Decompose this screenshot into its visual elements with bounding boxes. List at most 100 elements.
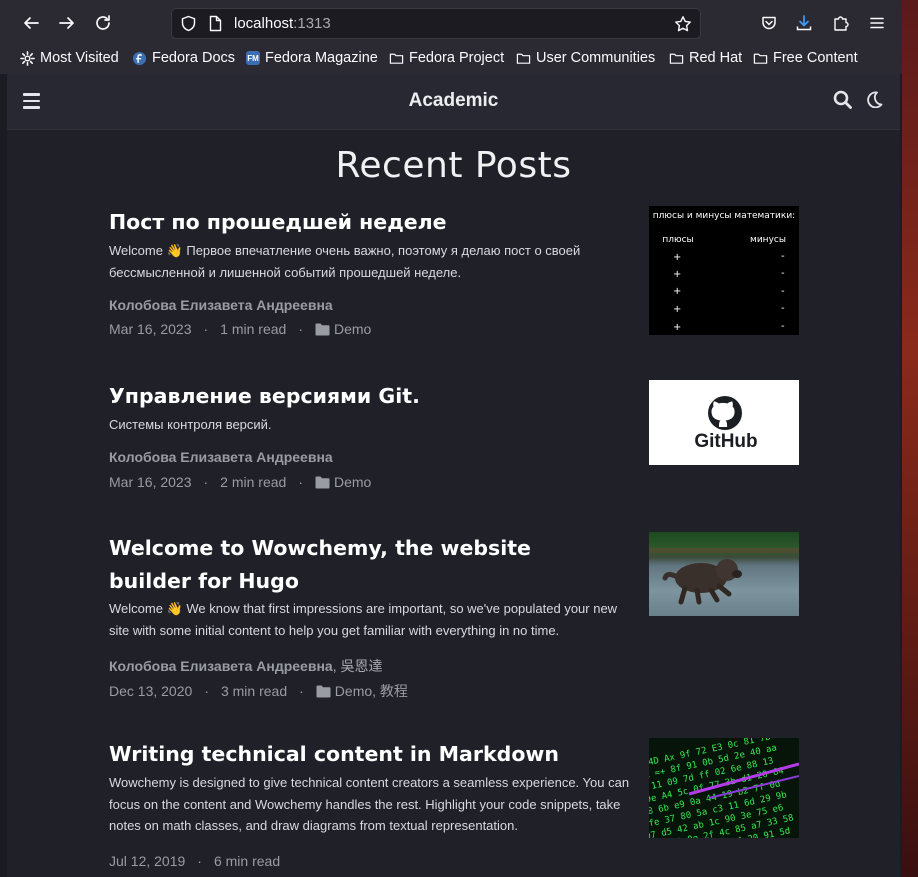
post-category[interactable]: Demo — [334, 474, 371, 490]
post-thumbnail[interactable]: 01 4D Ax 9f 72 E3 0c 81 7b 3A =+ 8f 91 0… — [649, 738, 799, 838]
url-host: localhost — [234, 15, 294, 32]
folder-icon — [516, 53, 531, 64]
thumb-plus: + — [673, 322, 681, 333]
folder-icon — [316, 685, 331, 697]
extensions-button[interactable] — [828, 10, 854, 36]
thumb-plus: + — [673, 269, 681, 280]
folder-icon — [389, 53, 404, 64]
page-icon[interactable] — [207, 15, 224, 32]
pocket-icon — [762, 16, 776, 30]
bookmark-most-visited[interactable]: Most Visited — [20, 50, 119, 66]
post-category[interactable]: Demo, 教程 — [335, 681, 408, 701]
post-summary: Welcome 👋 We know that first impressions… — [109, 601, 618, 638]
desktop-background — [902, 0, 918, 877]
bookmarks-bar: Most Visited Fedora Docs FM Fedora Magaz… — [0, 46, 902, 74]
bookmark-label: User Communities — [536, 50, 656, 66]
shield-icon[interactable] — [180, 15, 197, 32]
hamburger-menu-button[interactable] — [23, 93, 40, 113]
post-date: Mar 16, 2023 — [109, 474, 192, 490]
arrow-right-icon — [59, 17, 74, 29]
reload-button[interactable] — [90, 10, 116, 36]
url-text[interactable]: localhost:1313 — [234, 15, 331, 32]
post-author[interactable]: Колобова Елизавета Андреевна — [109, 449, 333, 465]
meta-separator: · — [197, 853, 202, 869]
site-title: Academic — [7, 90, 900, 112]
downloads-button[interactable] — [791, 10, 817, 36]
post-author-extra[interactable]: , 吳恩達 — [333, 658, 383, 674]
post-authors: Колобова Елизавета Андреевна, 吳恩達 — [109, 656, 382, 676]
section-title: Recent Posts — [335, 145, 572, 186]
post-read-time: 6 min read — [213, 853, 281, 869]
post-meta: Jul 12, 2019 · 6 min read — [109, 853, 280, 869]
bookmark-fedora-magazine[interactable]: FM Fedora Magazine — [246, 50, 378, 66]
gear-icon — [20, 50, 35, 66]
post-title[interactable]: Управление версиями Git. — [109, 380, 619, 413]
folder-icon — [315, 476, 330, 488]
thumb-minus: - — [781, 251, 785, 262]
thumbnail-table-image: плюсы и минусы математики: плюсы минусы … — [653, 211, 795, 333]
bookmark-folder-free-content[interactable]: Free Content — [753, 50, 858, 66]
meta-separator: · — [203, 321, 209, 337]
post-summary: Системы контроля версий. — [109, 417, 272, 432]
bookmark-folder-red-hat[interactable]: Red Hat — [669, 50, 742, 66]
thumb-col-right: минусы — [750, 235, 786, 245]
bookmark-star-icon[interactable] — [674, 15, 692, 33]
folder-icon — [315, 323, 330, 335]
bookmark-label: Red Hat — [689, 50, 743, 66]
post-thumbnail[interactable] — [649, 532, 799, 616]
thumb-minus: - — [781, 286, 785, 297]
post-title[interactable]: Writing technical content in Markdown — [109, 738, 619, 771]
post-date: Mar 16, 2023 — [109, 321, 192, 337]
address-bar[interactable]: localhost:1313 — [171, 8, 701, 39]
post-read-time: 3 min read — [220, 683, 288, 699]
bookmark-label: Free Content — [773, 50, 858, 66]
post-summary: Wowchemy is designed to give technical c… — [109, 775, 630, 833]
bookmark-label: Fedora Docs — [152, 50, 236, 66]
post-title[interactable]: Пост по прошедшей неделе — [109, 206, 619, 239]
dog-photo — [649, 548, 799, 605]
thumb-col-left: плюсы — [662, 235, 693, 245]
puzzle-icon — [834, 16, 849, 31]
github-wordmark: GitHub — [694, 431, 757, 452]
bookmark-label: Fedora Project — [409, 50, 505, 66]
post-author[interactable]: Колобова Елизавета Андреевна — [109, 297, 333, 313]
pocket-button[interactable] — [756, 10, 782, 36]
folder-icon — [669, 53, 684, 64]
post-category[interactable]: Demo — [334, 321, 371, 337]
post-meta: Mar 16, 2023 · 1 min read · Demo — [109, 321, 371, 337]
download-icon — [796, 15, 812, 31]
post-author[interactable]: Колобова Елизавета Андреевна — [109, 658, 333, 674]
forward-button[interactable] — [54, 10, 80, 36]
post-date: Jul 12, 2019 — [109, 853, 186, 869]
meta-separator: · — [298, 321, 303, 337]
arrow-left-icon — [24, 17, 39, 29]
post-title[interactable]: Welcome to Wowchemy, the website builder… — [109, 532, 619, 598]
post-summary: Welcome 👋 Первое впечатление очень важно… — [109, 243, 581, 280]
thumb-heading: плюсы и минусы математики: — [653, 211, 795, 221]
thumb-minus: - — [781, 321, 785, 332]
post-thumbnail[interactable]: GitHub — [649, 380, 799, 465]
thumb-plus: + — [673, 286, 681, 297]
fedora-icon — [132, 51, 147, 65]
meta-separator: · — [299, 683, 304, 699]
site-title-link[interactable]: Academic — [409, 90, 499, 111]
bookmark-folder-user-communities[interactable]: User Communities — [516, 50, 655, 66]
reload-icon — [96, 15, 110, 30]
search-icon[interactable] — [833, 90, 852, 109]
bookmark-label: Most Visited — [40, 50, 119, 66]
meta-separator: · — [204, 683, 209, 699]
app-menu-button[interactable] — [864, 10, 890, 36]
bookmark-fedora-docs[interactable]: Fedora Docs — [132, 50, 235, 66]
thumb-minus: - — [781, 268, 785, 279]
moon-icon[interactable] — [866, 91, 883, 108]
github-logo: GitHub — [694, 396, 758, 452]
bookmark-label: Fedora Magazine — [265, 50, 378, 66]
post-meta: Mar 16, 2023 · 2 min read · Demo — [109, 474, 371, 490]
browser-toolbar: localhost:1313 — [0, 0, 902, 46]
back-button[interactable] — [18, 10, 44, 36]
matrix-code-image: 01 4D Ax 9f 72 E3 0c 81 7b 3A =+ 8f 91 0… — [649, 738, 799, 838]
meta-separator: · — [203, 474, 209, 490]
bookmark-folder-fedora-project[interactable]: Fedora Project — [389, 50, 504, 66]
post-thumbnail[interactable]: плюсы и минусы математики: плюсы минусы … — [649, 206, 799, 335]
fm-icon: FM — [246, 51, 260, 65]
